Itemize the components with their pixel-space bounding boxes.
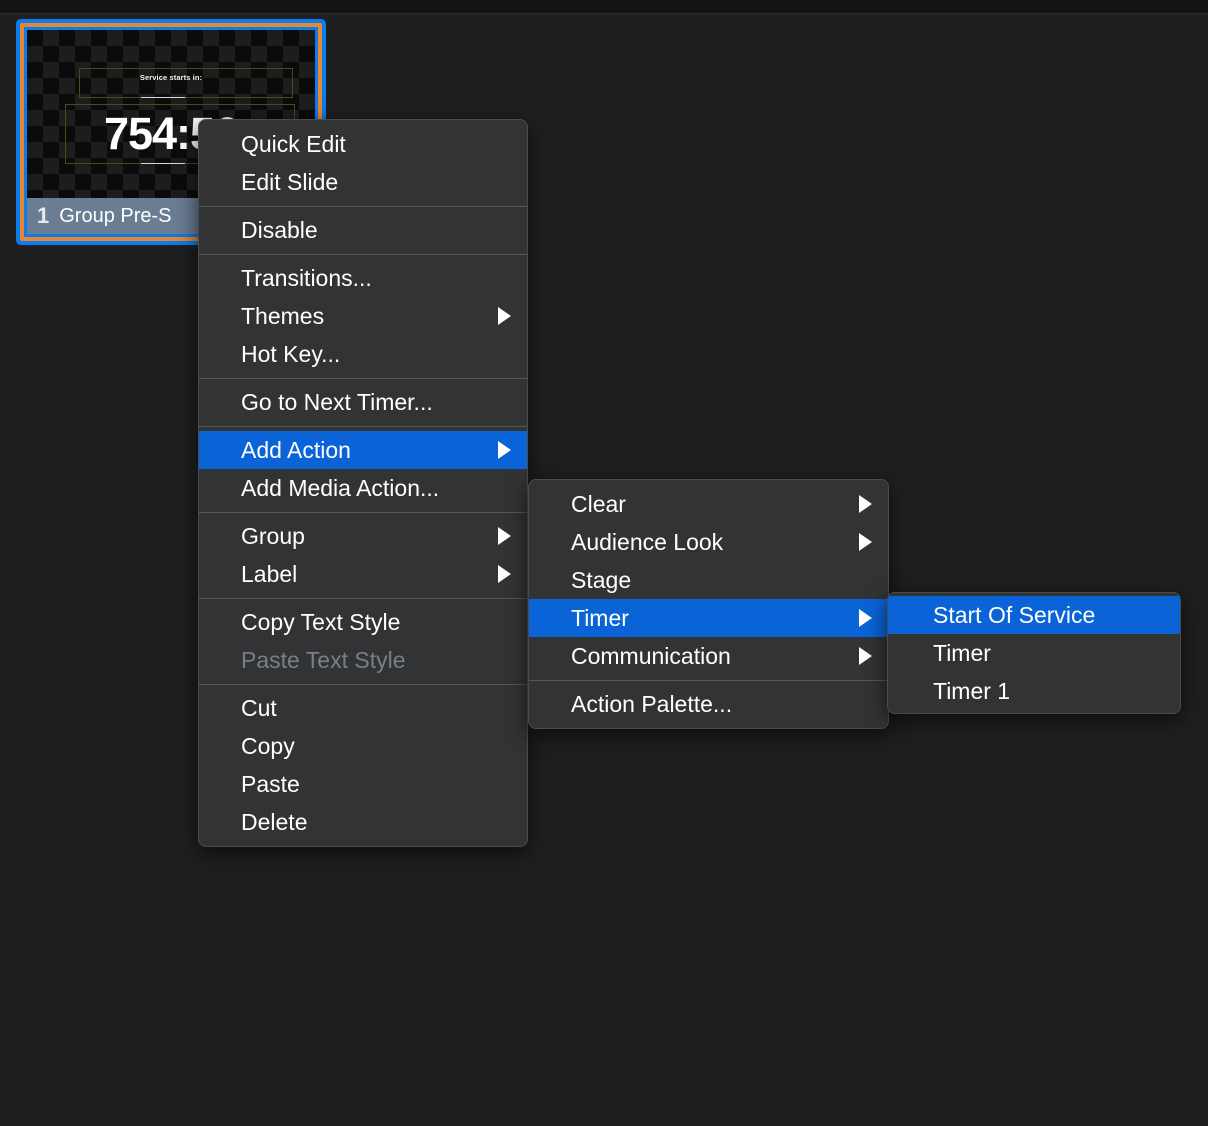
menu-item-edit-slide[interactable]: Edit Slide [199, 163, 527, 201]
menu-group: Add Action Add Media Action... [199, 426, 527, 512]
menu-item-label: Timer [933, 639, 991, 666]
app-canvas: Service starts in: 754:56 1 Group Pre-S … [0, 0, 1208, 1126]
menu-item-label: Group [241, 522, 305, 549]
menu-item-clear[interactable]: Clear [529, 485, 888, 523]
menu-item-timer[interactable]: Timer [888, 634, 1180, 672]
menu-group: Start Of Service Timer Timer 1 [888, 593, 1180, 713]
menu-group: Quick Edit Edit Slide [199, 120, 527, 206]
menu-item-label: Copy Text Style [241, 608, 401, 635]
menu-group: Disable [199, 206, 527, 254]
menu-group: Copy Text Style Paste Text Style [199, 598, 527, 684]
menu-item-label: Communication [571, 642, 731, 669]
menu-item-start-of-service[interactable]: Start Of Service [888, 596, 1180, 634]
menu-item-label: Timer [571, 604, 629, 631]
menu-item-add-action[interactable]: Add Action [199, 431, 527, 469]
menu-item-themes[interactable]: Themes [199, 297, 527, 335]
menu-item-label: Start Of Service [933, 601, 1096, 628]
menu-item-label: Paste [241, 770, 300, 797]
submenu-arrow-icon [859, 609, 872, 627]
menu-group: Cut Copy Paste Delete [199, 684, 527, 846]
menu-item-timer[interactable]: Timer [529, 599, 888, 637]
menu-item-communication[interactable]: Communication [529, 637, 888, 675]
submenu-arrow-icon [498, 565, 511, 583]
menu-item-go-to-next-timer[interactable]: Go to Next Timer... [199, 383, 527, 421]
menu-item-copy-text-style[interactable]: Copy Text Style [199, 603, 527, 641]
menu-group: Clear Audience Look Stage Timer Communicatio… [529, 480, 888, 680]
slide-timer-underline [141, 163, 185, 164]
slide-number: 1 [37, 203, 50, 228]
menu-item-hot-key[interactable]: Hot Key... [199, 335, 527, 373]
menu-group: Action Palette... [529, 680, 888, 728]
submenu-arrow-icon [498, 441, 511, 459]
menu-item-group[interactable]: Group [199, 517, 527, 555]
context-submenu-add-action[interactable]: Clear Audience Look Stage Timer Communicatio… [528, 479, 889, 729]
menu-item-copy[interactable]: Copy [199, 727, 527, 765]
menu-item-label: Clear [571, 490, 626, 517]
menu-item-disable[interactable]: Disable [199, 211, 527, 249]
menu-item-label: Add Media Action... [241, 474, 440, 501]
submenu-arrow-icon [498, 527, 511, 545]
menu-item-transitions[interactable]: Transitions... [199, 259, 527, 297]
menu-item-audience-look[interactable]: Audience Look [529, 523, 888, 561]
menu-item-label: Paste Text Style [241, 646, 406, 673]
menu-item-label: Disable [241, 216, 318, 243]
menu-item-label: Quick Edit [241, 130, 346, 157]
slide-title-text: Service starts in: [139, 73, 203, 82]
menu-item-label: Action Palette... [571, 690, 733, 717]
menu-item-label: Themes [241, 302, 325, 329]
menu-item-label: Hot Key... [241, 340, 341, 367]
submenu-arrow-icon [859, 533, 872, 551]
menu-item-label: Delete [241, 808, 308, 835]
window-titlebar [0, 0, 1208, 14]
menu-item-label: Go to Next Timer... [241, 388, 433, 415]
menu-item-label: Audience Look [571, 528, 724, 555]
menu-item-label[interactable]: Label [199, 555, 527, 593]
menu-item-timer-1[interactable]: Timer 1 [888, 672, 1180, 710]
submenu-arrow-icon [859, 647, 872, 665]
menu-item-paste[interactable]: Paste [199, 765, 527, 803]
menu-group: Go to Next Timer... [199, 378, 527, 426]
menu-item-cut[interactable]: Cut [199, 689, 527, 727]
menu-item-label: Cut [241, 694, 277, 721]
menu-item-label: Label [241, 560, 298, 587]
menu-item-action-palette[interactable]: Action Palette... [529, 685, 888, 723]
submenu-arrow-icon [859, 495, 872, 513]
menu-item-label: Edit Slide [241, 168, 339, 195]
menu-item-label: Copy [241, 732, 295, 759]
menu-item-label: Add Action [241, 436, 351, 463]
menu-item-delete[interactable]: Delete [199, 803, 527, 841]
menu-item-label: Timer 1 [933, 677, 1011, 704]
context-submenu-timer[interactable]: Start Of Service Timer Timer 1 [887, 592, 1181, 714]
context-menu-main[interactable]: Quick Edit Edit Slide Disable Transitions..… [198, 119, 528, 847]
slide-name: Group Pre-S [59, 204, 172, 227]
menu-item-quick-edit[interactable]: Quick Edit [199, 125, 527, 163]
menu-group: Transitions... Themes Hot Key... [199, 254, 527, 378]
menu-group: Group Label [199, 512, 527, 598]
menu-item-add-media-action[interactable]: Add Media Action... [199, 469, 527, 507]
submenu-arrow-icon [498, 307, 511, 325]
menu-item-label: Transitions... [241, 264, 372, 291]
menu-item-stage[interactable]: Stage [529, 561, 888, 599]
menu-item-label: Stage [571, 566, 632, 593]
slide-title-underline [141, 97, 185, 98]
menu-item-paste-text-style: Paste Text Style [199, 641, 527, 679]
